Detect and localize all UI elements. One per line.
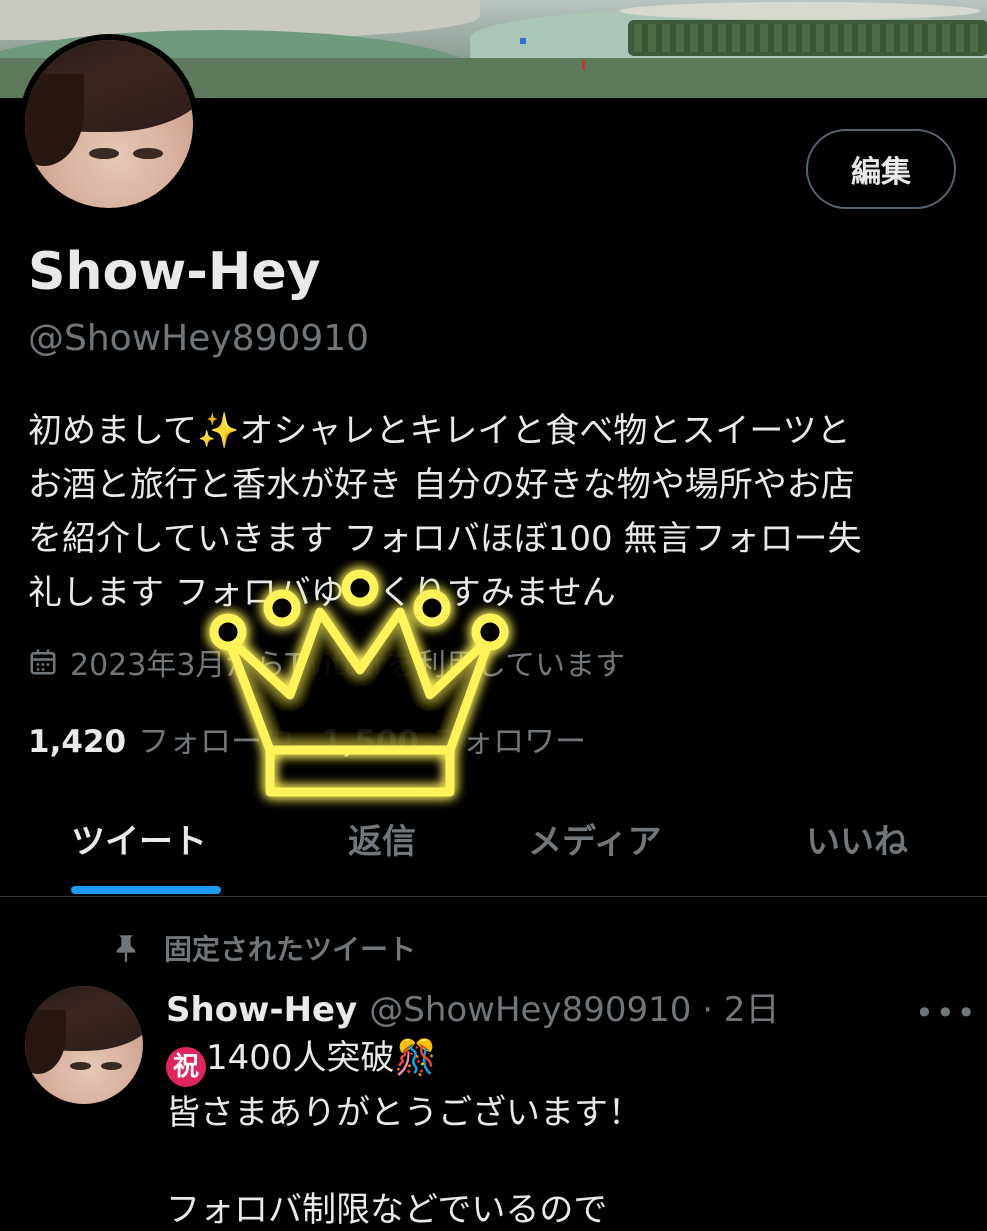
pin-icon <box>116 935 136 962</box>
tab-media[interactable]: メディア <box>528 814 662 863</box>
pinned-label: 固定されたツイート <box>164 933 417 966</box>
profile-tabs: ツイート 返信 メディア いいね <box>0 800 987 897</box>
celebration-badge: 祝 <box>166 1047 206 1087</box>
following-count[interactable]: 1,420 <box>28 724 126 760</box>
profile-avatar[interactable] <box>19 34 199 214</box>
tweet-meta: @ShowHey890910 · 2日 <box>369 990 780 1030</box>
crown-sticker <box>209 569 509 797</box>
user-handle: @ShowHey890910 <box>28 318 370 359</box>
tweet-line-cut: フォロバ制限などでいるので <box>166 1190 608 1230</box>
tweet-author-name[interactable]: Show-Hey <box>166 990 357 1030</box>
tweet-text: 祝 1400人突破🎊 皆さまありがとうございます！ <box>166 1032 966 1139</box>
avatar-image <box>25 40 193 208</box>
more-icon[interactable]: ••• <box>915 994 978 1032</box>
tweet-avatar-image <box>25 986 143 1104</box>
banner-hedge <box>628 20 987 56</box>
tweet-header: Show-Hey @ShowHey890910 · 2日 <box>166 982 779 1031</box>
calendar-icon <box>30 649 56 675</box>
active-tab-indicator <box>71 886 221 894</box>
tweet-line-2: 皆さまありがとうございます！ <box>166 1093 642 1133</box>
banner-pin <box>582 60 585 70</box>
banner-flag <box>520 38 526 44</box>
display-name: Show-Hey <box>28 242 321 302</box>
tweet-line-1: 1400人突破🎊 <box>206 1038 437 1078</box>
tab-tweets[interactable]: ツイート <box>71 814 207 863</box>
tweet-avatar[interactable] <box>25 986 143 1104</box>
edit-profile-button[interactable]: 編集 <box>806 129 956 209</box>
banner-bunker <box>620 2 980 20</box>
tab-likes[interactable]: いいね <box>806 814 908 863</box>
tab-replies[interactable]: 返信 <box>348 814 416 863</box>
pinned-indicator: 固定されたツイート <box>112 928 416 968</box>
